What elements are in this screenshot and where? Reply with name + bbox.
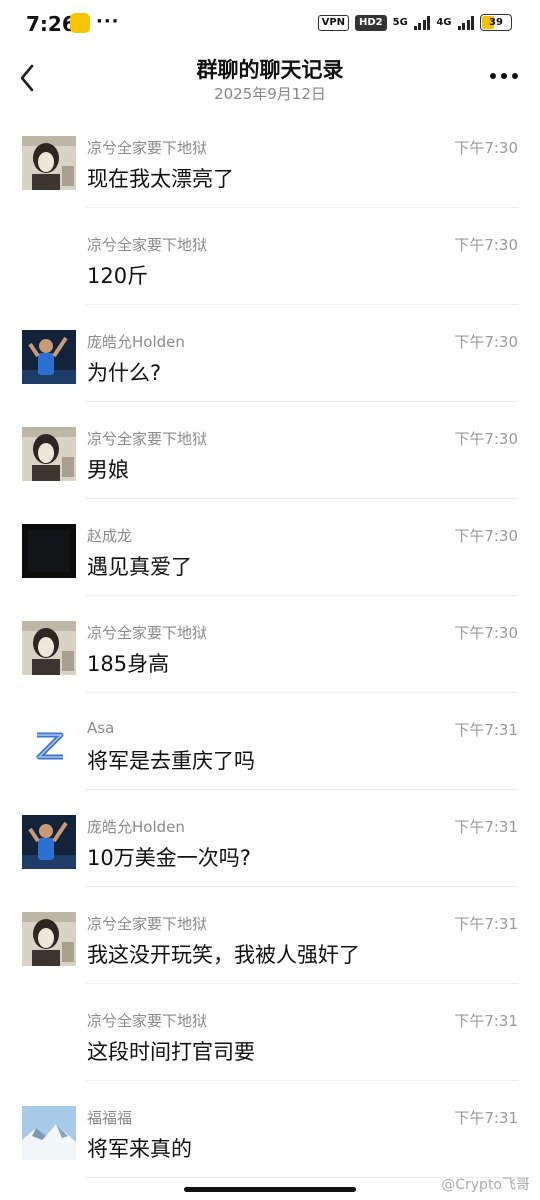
message-item[interactable]: 凉兮全家要下地狱 下午7:30 男娘: [0, 402, 540, 499]
message-time: 下午7:30: [454, 333, 518, 351]
sender-name: 庞皓允Holden: [87, 818, 185, 836]
message-item[interactable]: 赵成龙 下午7:30 遇见真爱了: [0, 499, 540, 596]
message-text: 将军是去重庆了吗: [87, 749, 255, 773]
message-item[interactable]: 凉兮全家要下地狱 下午7:31 这段时间打官司要: [0, 984, 540, 1081]
hd-badge: HD2: [355, 14, 387, 31]
message-text: 这段时间打官司要: [87, 1040, 255, 1064]
message-time: 下午7:31: [454, 1109, 518, 1127]
message-time: 下午7:31: [454, 915, 518, 933]
message-text: 10万美金一次吗?: [87, 846, 251, 870]
page-title: 群聊的聊天记录: [196, 58, 344, 82]
sender-name: 凉兮全家要下地狱: [87, 915, 208, 933]
home-indicator[interactable]: [184, 1187, 356, 1192]
message-text: 我这没开玩笑，我被人强奸了: [87, 943, 360, 967]
message-item[interactable]: 凉兮全家要下地狱 下午7:30 现在我太漂亮了: [0, 111, 540, 208]
more-dots-icon: [490, 73, 518, 79]
more-options-button[interactable]: [488, 68, 520, 84]
sender-name: 庞皓允Holden: [87, 333, 185, 351]
sender-name: 凉兮全家要下地狱: [87, 1012, 208, 1030]
sender-name: 凉兮全家要下地狱: [87, 430, 208, 448]
message-time: 下午7:30: [454, 139, 518, 157]
message-item[interactable]: Asa 下午7:31 将军是去重庆了吗: [0, 693, 540, 790]
message-time: 下午7:31: [454, 1012, 518, 1030]
message-text: 现在我太漂亮了: [87, 167, 234, 191]
message-time: 下午7:31: [454, 721, 518, 739]
avatar[interactable]: [22, 427, 76, 481]
battery-icon: 39: [480, 14, 512, 31]
message-item[interactable]: 庞皓允Holden 下午7:31 10万美金一次吗?: [0, 790, 540, 887]
network-4g-label: 4G: [436, 17, 452, 28]
status-time: 7:26: [26, 12, 76, 36]
avatar[interactable]: [22, 136, 76, 190]
chat-history-header: 群聊的聊天记录 2025年9月12日: [0, 48, 540, 110]
message-text: 遇见真爱了: [87, 555, 192, 579]
message-text: 将军来真的: [87, 1137, 192, 1161]
vpn-badge: VPN: [317, 14, 350, 31]
signal-icon-2: [457, 15, 474, 30]
signal-icon: [413, 15, 431, 30]
sender-name: 凉兮全家要下地狱: [87, 624, 208, 642]
message-time: 下午7:30: [454, 624, 518, 642]
network-5g-label: 5G: [392, 17, 408, 28]
message-item[interactable]: 福福福 下午7:31 将军来真的: [0, 1081, 540, 1178]
avatar[interactable]: [22, 1106, 76, 1160]
sender-name: 凉兮全家要下地狱: [87, 139, 208, 157]
avatar[interactable]: [22, 621, 76, 675]
avatar[interactable]: [22, 718, 76, 772]
message-text: 185身高: [87, 652, 170, 676]
app-notification-icon: [70, 13, 90, 33]
sender-name: 赵成龙: [87, 527, 133, 545]
message-text: 为什么?: [87, 361, 162, 385]
more-notifications-icon: ···: [96, 11, 120, 32]
avatar[interactable]: [22, 524, 76, 578]
message-time: 下午7:30: [454, 236, 518, 254]
avatar[interactable]: [22, 912, 76, 966]
battery-level: 39: [489, 17, 503, 28]
message-time: 下午7:31: [454, 818, 518, 836]
message-item[interactable]: 庞皓允Holden 下午7:30 为什么?: [0, 305, 540, 402]
sender-name: 凉兮全家要下地狱: [87, 236, 208, 254]
avatar[interactable]: [22, 815, 76, 869]
message-list[interactable]: 凉兮全家要下地狱 下午7:30 现在我太漂亮了 凉兮全家要下地狱 下午7:30 …: [0, 111, 540, 1178]
sender-name: 福福福: [87, 1109, 133, 1127]
message-time: 下午7:30: [454, 430, 518, 448]
message-text: 120斤: [87, 264, 149, 288]
message-time: 下午7:30: [454, 527, 518, 545]
sender-name: Asa: [87, 719, 115, 737]
watermark: @Crypto飞哥: [441, 1177, 530, 1193]
page-date: 2025年9月12日: [214, 85, 326, 103]
status-indicators: VPN HD2 5G 4G 39: [317, 14, 512, 31]
message-item[interactable]: 凉兮全家要下地狱 下午7:30 185身高: [0, 596, 540, 693]
status-bar: 7:26 ··· VPN HD2 5G 4G 39: [0, 0, 540, 48]
message-text: 男娘: [87, 458, 129, 482]
message-item[interactable]: 凉兮全家要下地狱 下午7:30 120斤: [0, 208, 540, 305]
avatar[interactable]: [22, 330, 76, 384]
message-item[interactable]: 凉兮全家要下地狱 下午7:31 我这没开玩笑，我被人强奸了: [0, 887, 540, 984]
